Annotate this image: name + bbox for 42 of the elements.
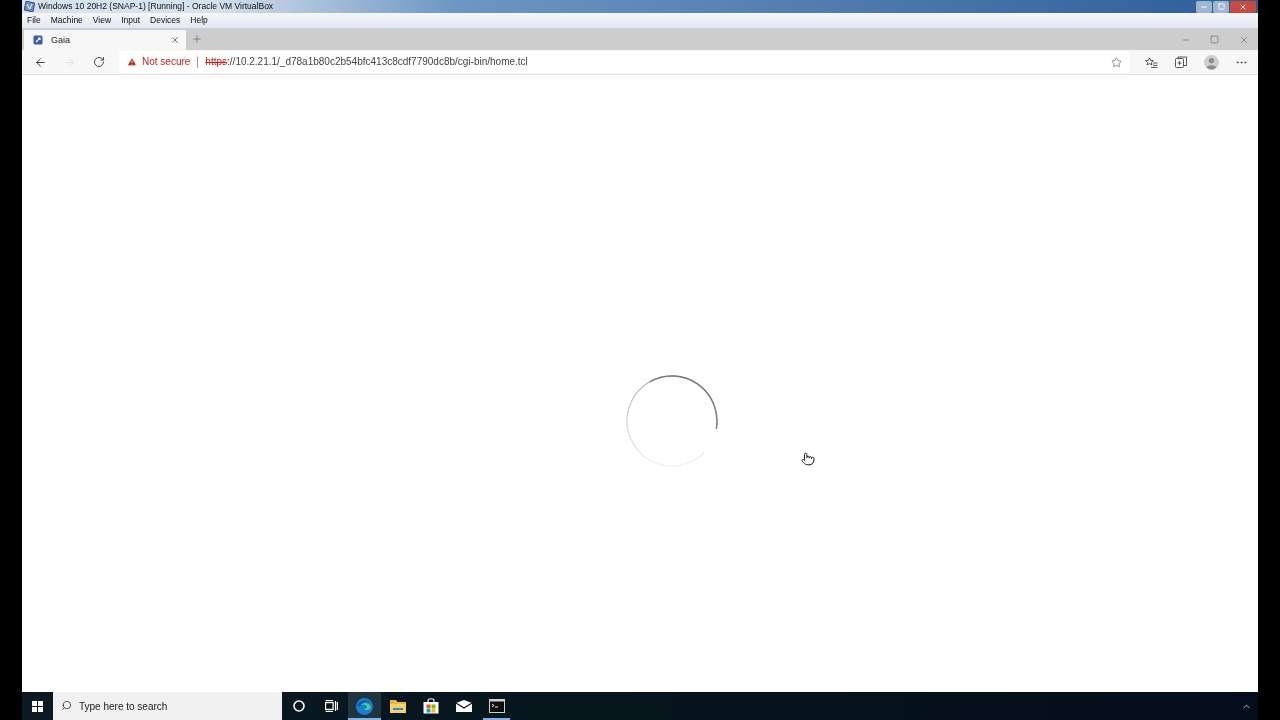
close-icon: [170, 35, 180, 45]
terminal-icon: [488, 699, 505, 713]
page-favicon-icon: [33, 35, 43, 45]
window-title: Windows 10 20H2 (SNAP-1) [Running] - Oracle VM VirtualBox: [38, 2, 274, 11]
menu-item[interactable]: Input: [121, 16, 141, 25]
search-icon: [61, 700, 72, 711]
star-list-icon: [1144, 56, 1158, 68]
tab-close-button[interactable]: [169, 34, 181, 46]
restore-button[interactable]: [1213, 0, 1229, 13]
favorite-star-button[interactable]: [1108, 54, 1124, 70]
warning-icon: [127, 57, 137, 67]
minimize-button[interactable]: [1196, 0, 1212, 13]
four-panes-icon: [32, 700, 43, 712]
url-text: https://10.2.21.1/_d78a1b80c2b54bfc413c8cdf7790dc8b/cgi-bin/home.tcl: [205, 57, 528, 67]
security-label: Not secure: [142, 57, 191, 67]
menu-item[interactable]: Devices: [150, 16, 181, 25]
close-icon: [1238, 34, 1249, 45]
close-icon: [1239, 2, 1247, 11]
menu-item[interactable]: Machine: [50, 16, 83, 25]
menu-item[interactable]: Help: [190, 16, 208, 25]
shopping-bag-icon: [422, 698, 439, 714]
tab-title: Gaia: [51, 35, 70, 45]
restore-icon: [1217, 3, 1225, 10]
browser-tab[interactable]: Gaia: [24, 30, 186, 50]
envelope-icon: [455, 700, 472, 712]
swirl-circle-icon: [356, 697, 373, 715]
menu-item[interactable]: File: [27, 16, 41, 25]
profile-avatar-icon: [1203, 54, 1219, 70]
star-icon: [1110, 56, 1122, 68]
hand-cursor-icon: [801, 451, 815, 467]
close-button[interactable]: [1230, 0, 1256, 13]
circle-icon: [292, 700, 305, 712]
task-view-icon: [325, 700, 338, 712]
plus-icon: [191, 33, 203, 45]
app-logo-icon: [24, 1, 35, 12]
menu-item[interactable]: View: [92, 16, 112, 25]
address-bar[interactable]: Not secure https://10.2.21.1/_d78a1b80c2b54bfc413c8cdf7790dc8b/cgi-bin/home.tcl: [119, 51, 1130, 73]
folder-icon: [389, 699, 406, 713]
browser-taskbar-button[interactable]: [348, 692, 381, 720]
maximize-icon: [1210, 35, 1219, 44]
search-field[interactable]: Type here to search: [53, 692, 282, 720]
collections-icon: [1175, 56, 1187, 68]
